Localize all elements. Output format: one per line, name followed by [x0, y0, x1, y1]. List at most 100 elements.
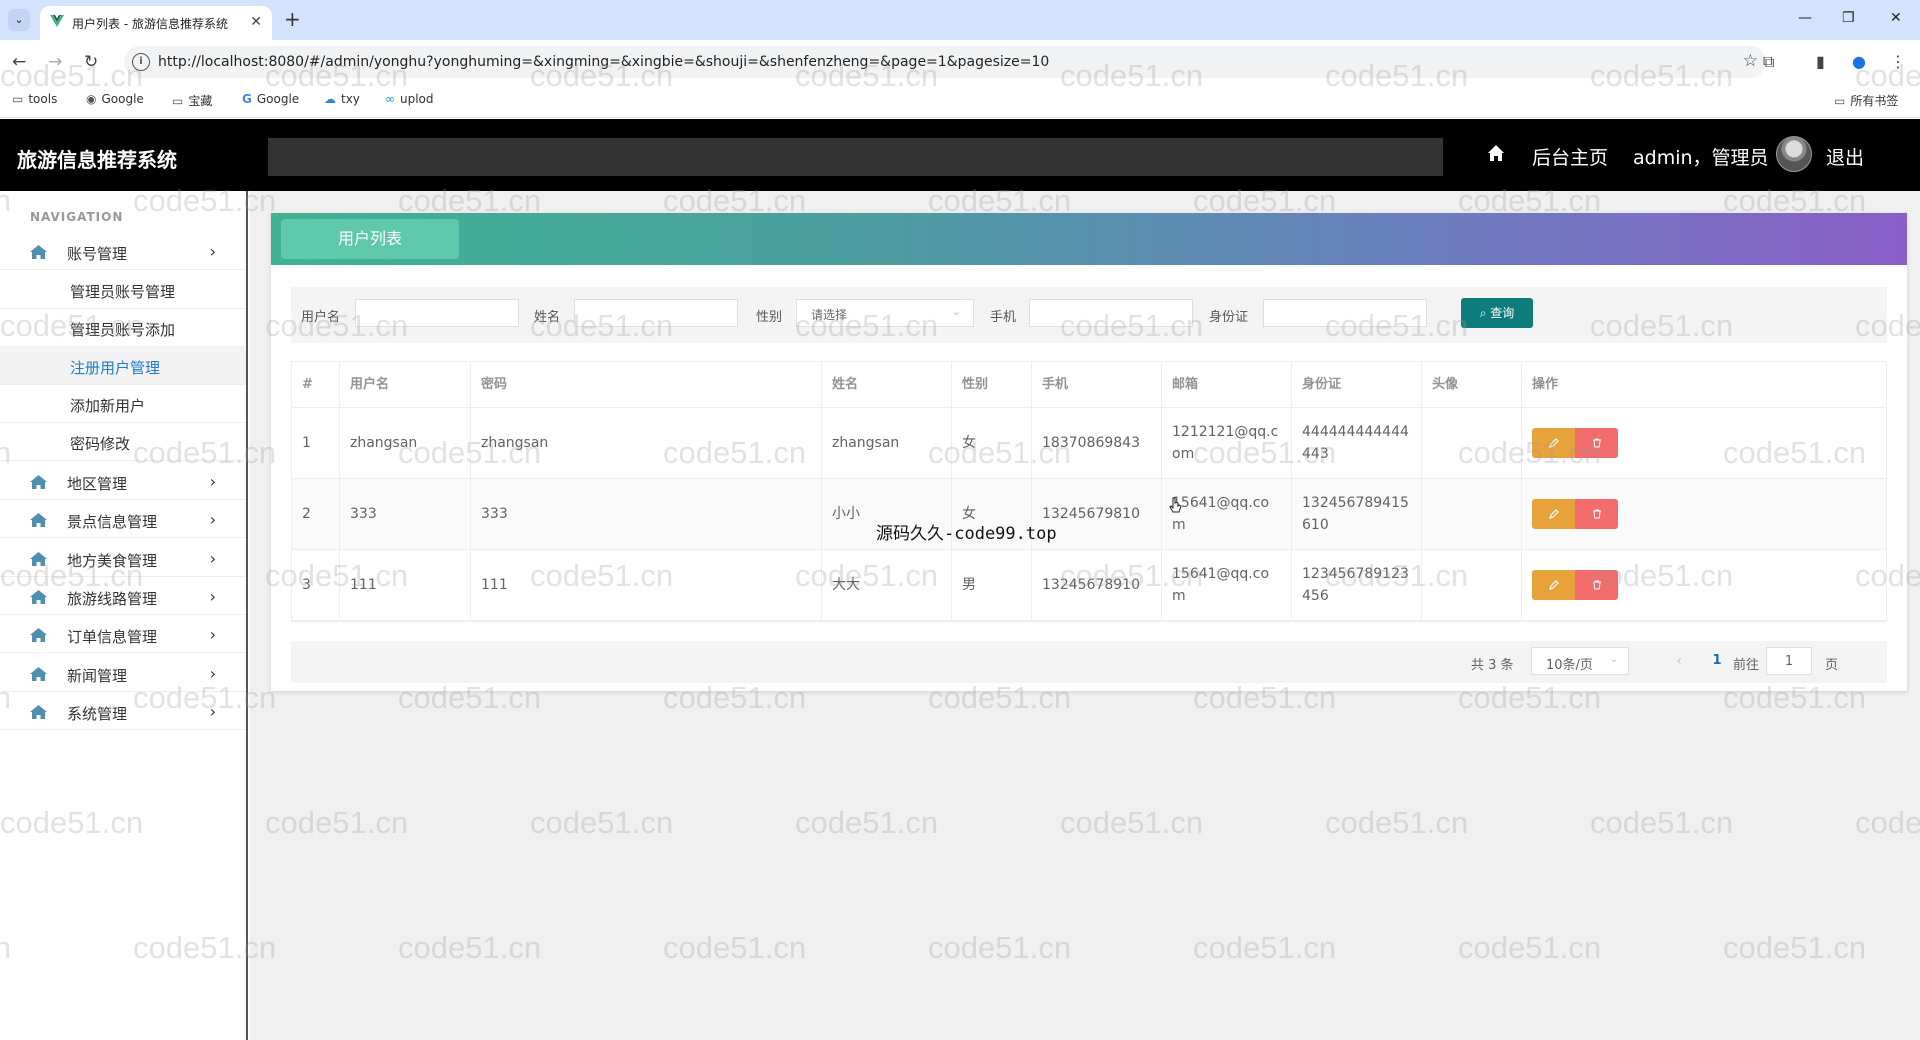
menu-route[interactable]: 旅游线路管理 ›: [0, 578, 246, 615]
tab-search-button[interactable]: ⌄: [8, 9, 30, 31]
menu-label: 地区管理: [67, 475, 128, 493]
pagination-total: 共 3 条: [1471, 658, 1514, 673]
address-bar[interactable]: i http://localhost:8080/#/admin/yonghu?y…: [124, 46, 1766, 78]
user-label: admin，管理员: [1633, 147, 1769, 169]
table-header: # 用户名 密码 姓名 性别 手机 邮箱 身份证 头像 操作: [292, 362, 1886, 408]
goto-page-input[interactable]: [1766, 647, 1812, 675]
bookmarks-bar: ▭ tools ◉ Google ▭ 宝藏 G Google ☁ txy ∞ uplod ▭…: [0, 84, 1920, 118]
trash-icon: [1592, 509, 1601, 519]
menu-scenic[interactable]: 景点信息管理 ›: [0, 501, 246, 538]
edit-button[interactable]: [1532, 428, 1575, 458]
back-arrow-icon[interactable]: ←: [12, 52, 26, 72]
page-size-select[interactable]: 10条/页 ⌄: [1531, 647, 1629, 675]
row-actions: [1522, 550, 1886, 620]
row-name: 大大: [822, 550, 952, 620]
browser-menu-icon[interactable]: ⋮: [1890, 52, 1906, 72]
sub-registered-users[interactable]: 注册用户管理: [0, 347, 246, 385]
table-header-cell: #: [292, 362, 340, 407]
row-actions: [1522, 408, 1886, 478]
row-email: 1212121@qq.com: [1162, 408, 1292, 478]
phone-input[interactable]: [1029, 299, 1193, 327]
name-label: 姓名: [534, 310, 561, 325]
address-url[interactable]: http://localhost:8080/#/admin/yonghu?yon…: [158, 54, 1049, 70]
header-bar: [268, 138, 1443, 176]
page-number-current[interactable]: 1: [1702, 647, 1732, 675]
minimize-icon[interactable]: —: [1798, 10, 1812, 26]
query-button[interactable]: ⌕ 查询: [1461, 298, 1533, 328]
chevron-right-icon: ›: [209, 664, 216, 683]
bookmark-treasure[interactable]: ▭ 宝藏: [172, 92, 212, 109]
menu-label: 景点信息管理: [67, 513, 158, 531]
row-index: 1: [292, 408, 340, 478]
table-header-cell: 邮箱: [1162, 362, 1292, 407]
username-input[interactable]: [355, 299, 519, 327]
logout-link[interactable]: 退出: [1826, 143, 1864, 170]
bookmark-txy[interactable]: ☁ txy: [324, 92, 360, 106]
home-icon: [30, 705, 47, 719]
sub-add-user[interactable]: 添加新用户: [0, 385, 246, 423]
edit-button[interactable]: [1532, 570, 1575, 600]
table-header-cell: 性别: [952, 362, 1032, 407]
tab-close-icon[interactable]: ✕: [250, 14, 262, 30]
side-panel-icon[interactable]: ▮: [1816, 52, 1825, 72]
home-icon: [30, 628, 47, 642]
home-icon[interactable]: [1487, 144, 1505, 162]
bookmark-tools[interactable]: ▭ tools: [12, 92, 57, 106]
bookmark-star-icon[interactable]: ☆: [1743, 51, 1758, 71]
chevron-right-icon: ›: [209, 702, 216, 721]
row-phone: 13245678910: [1032, 550, 1162, 620]
row-phone: 18370869843: [1032, 408, 1162, 478]
query-button-label: 查询: [1490, 306, 1515, 320]
menu-food[interactable]: 地方美食管理 ›: [0, 540, 246, 577]
menu-region[interactable]: 地区管理 ›: [0, 463, 246, 500]
row-avatar: [1422, 479, 1522, 549]
menu-system[interactable]: 系统管理 ›: [0, 693, 246, 730]
bookmark-uplod[interactable]: ∞ uplod: [385, 92, 434, 106]
link-icon: ∞: [385, 92, 395, 106]
site-info-icon[interactable]: i: [132, 53, 150, 71]
bookmark-google-1[interactable]: ◉ Google: [86, 92, 144, 106]
row-gender: 女: [952, 408, 1032, 478]
row-username: zhangsan: [340, 408, 471, 478]
edit-icon: [1548, 438, 1559, 448]
sub-label: 注册用户管理: [70, 359, 161, 377]
sub-label: 管理员账号管理: [70, 283, 176, 301]
edit-button[interactable]: [1532, 499, 1575, 529]
bookmark-google-2[interactable]: G Google: [242, 92, 299, 106]
sub-admin-accounts[interactable]: 管理员账号管理: [0, 271, 246, 309]
sub-change-password[interactable]: 密码修改: [0, 423, 246, 461]
window-close-icon[interactable]: ✕: [1890, 10, 1902, 26]
menu-label: 地方美食管理: [67, 552, 158, 570]
sub-add-admin[interactable]: 管理员账号添加: [0, 309, 246, 347]
menu-orders[interactable]: 订单信息管理 ›: [0, 616, 246, 653]
menu-news[interactable]: 新闻管理 ›: [0, 655, 246, 692]
extensions-icon[interactable]: ⧉: [1763, 52, 1774, 72]
browser-tab-active[interactable]: 用户列表 - 旅游信息推荐系统 ✕: [40, 6, 272, 40]
table-header-cell: 操作: [1532, 376, 1559, 392]
idcard-input[interactable]: [1263, 299, 1427, 327]
menu-label: 新闻管理: [67, 667, 128, 685]
row-password: 111: [471, 550, 822, 620]
menu-account[interactable]: 账号管理 ›: [0, 233, 246, 270]
reload-icon[interactable]: ↻: [84, 52, 98, 72]
restore-icon[interactable]: ❐: [1842, 10, 1855, 26]
chevron-right-icon: ›: [209, 510, 216, 529]
delete-button[interactable]: [1575, 428, 1618, 458]
forward-arrow-icon[interactable]: →: [48, 52, 62, 72]
chevron-right-icon: ›: [209, 472, 216, 491]
gender-select[interactable]: 请选择 ⌄: [796, 299, 974, 327]
name-input[interactable]: [574, 299, 738, 327]
chevron-down-icon: ⌄: [951, 305, 961, 318]
browser-tabstrip: ⌄ 用户列表 - 旅游信息推荐系统 ✕ + — ❐ ✕: [0, 0, 1920, 40]
home-icon: [30, 475, 47, 489]
new-tab-icon[interactable]: +: [284, 8, 301, 30]
app-title: 旅游信息推荐系统: [17, 148, 177, 172]
profile-icon[interactable]: ●: [1852, 52, 1866, 72]
delete-button[interactable]: [1575, 570, 1618, 600]
all-bookmarks[interactable]: ▭ 所有书签: [1834, 92, 1898, 109]
sub-label: 管理员账号添加: [70, 321, 176, 339]
prev-page-button[interactable]: ‹: [1665, 647, 1693, 675]
home-link[interactable]: 后台主页: [1532, 143, 1608, 170]
avatar[interactable]: [1776, 136, 1812, 172]
delete-button[interactable]: [1575, 499, 1618, 529]
